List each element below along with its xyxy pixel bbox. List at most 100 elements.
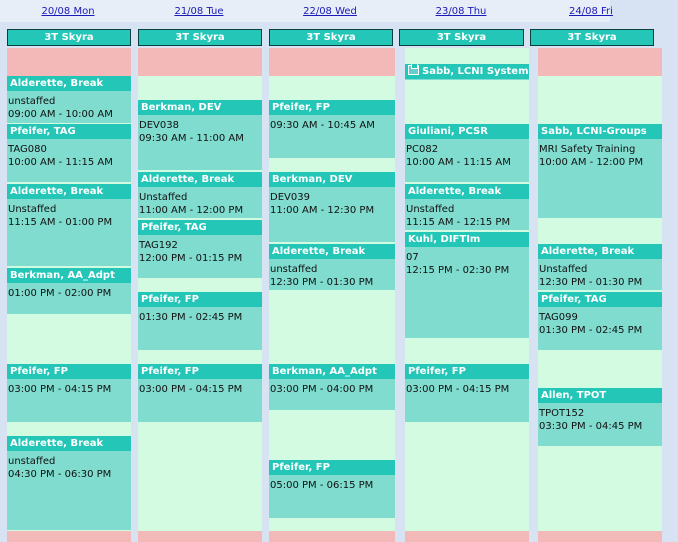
appointment-block[interactable]: Alderette, Break Unstaffed 11:15 AM - 01… bbox=[7, 184, 131, 266]
blocked-slot bbox=[269, 48, 395, 76]
appointment-time: 12:30 PM - 01:30 PM bbox=[539, 277, 643, 288]
day-header-mon[interactable]: 20/08 Mon bbox=[0, 6, 136, 17]
appointment-time: 11:15 AM - 12:15 PM bbox=[406, 217, 511, 228]
appointment-block[interactable]: Pfeifer, FP 05:00 PM - 06:15 PM bbox=[269, 460, 395, 518]
calendar-copy-icon bbox=[408, 64, 419, 75]
resource-header-thu[interactable]: 3T Skyra bbox=[399, 29, 524, 46]
appointment-time: 03:00 PM - 04:15 PM bbox=[406, 384, 510, 395]
blocked-slot bbox=[538, 48, 662, 76]
appointment-time: 11:00 AM - 12:30 PM bbox=[270, 205, 375, 216]
appointment-title: Pfeifer, FP bbox=[269, 460, 395, 475]
resource-header-wed[interactable]: 3T Skyra bbox=[269, 29, 393, 46]
appointment-block[interactable]: Pfeifer, FP 03:00 PM - 04:15 PM bbox=[7, 364, 131, 422]
appointment-block[interactable]: Alderette, Break Unstaffed 11:15 AM - 12… bbox=[405, 184, 529, 230]
appointment-title: Pfeifer, FP bbox=[138, 364, 262, 379]
appointment-title: Alderette, Break bbox=[7, 76, 131, 91]
appointment-title: Alderette, Break bbox=[7, 436, 131, 451]
appointment-block[interactable]: Pfeifer, FP 09:30 AM - 10:45 AM bbox=[269, 100, 395, 158]
appointment-block[interactable]: Sabb, LCNI System Test bbox=[405, 64, 529, 80]
appointment-block[interactable]: Berkman, DEV DEV038 09:30 AM - 11:00 AM bbox=[138, 100, 262, 170]
day-header-thu[interactable]: 23/08 Thu bbox=[393, 6, 529, 17]
appointment-block[interactable]: Pfeifer, FP 03:00 PM - 04:15 PM bbox=[405, 364, 529, 422]
appointment-block[interactable]: Alderette, Break unstaffed 09:00 AM - 10… bbox=[7, 76, 131, 123]
appointment-block[interactable]: Pfeifer, FP 03:00 PM - 04:15 PM bbox=[138, 364, 262, 422]
appointment-time: 01:30 PM - 02:45 PM bbox=[539, 325, 643, 336]
blocked-slot bbox=[7, 531, 131, 542]
appointment-title: Pfeifer, FP bbox=[405, 364, 529, 379]
appointment-title-text: Sabb, LCNI System Test bbox=[422, 66, 529, 77]
appointment-title: Pfeifer, TAG bbox=[7, 124, 131, 139]
resource-header-fri[interactable]: 3T Skyra bbox=[530, 29, 654, 46]
appointment-time: 11:00 AM - 12:00 PM bbox=[139, 205, 244, 216]
appointment-detail: DEV038 bbox=[139, 120, 179, 131]
appointment-block[interactable]: Berkman, DEV DEV039 11:00 AM - 12:30 PM bbox=[269, 172, 395, 242]
appointment-time: 11:15 AM - 01:00 PM bbox=[8, 217, 113, 228]
appointment-title: Berkman, AA_Adpt bbox=[269, 364, 395, 379]
appointment-detail: unstaffed bbox=[8, 96, 56, 107]
appointment-detail: MRI Safety Training bbox=[539, 144, 636, 155]
appointment-time: 10:00 AM - 12:00 PM bbox=[539, 157, 644, 168]
appointment-time: 03:30 PM - 04:45 PM bbox=[539, 421, 643, 432]
appointment-title: Kuhl, DIFTIm bbox=[405, 232, 529, 247]
appointment-detail: TAG080 bbox=[8, 144, 47, 155]
appointment-title: Alderette, Break bbox=[269, 244, 395, 259]
appointment-block[interactable]: Kuhl, DIFTIm 07 12:15 PM - 02:30 PM bbox=[405, 232, 529, 338]
appointment-time: 09:30 AM - 11:00 AM bbox=[139, 133, 244, 144]
appointment-block[interactable]: Pfeifer, TAG TAG080 10:00 AM - 11:15 AM bbox=[7, 124, 131, 182]
blocked-slot bbox=[138, 48, 262, 76]
appointment-title: Sabb, LCNI-Groups bbox=[538, 124, 662, 139]
appointment-title: Pfeifer, FP bbox=[269, 100, 395, 115]
appointment-detail: 07 bbox=[406, 252, 419, 263]
appointment-detail: Unstaffed bbox=[8, 204, 57, 215]
appointment-detail: unstaffed bbox=[8, 456, 56, 467]
appointment-time: 03:00 PM - 04:15 PM bbox=[139, 384, 243, 395]
appointment-block[interactable]: Berkman, AA_Adpt 03:00 PM - 04:00 PM bbox=[269, 364, 395, 410]
appointment-time: 12:30 PM - 01:30 PM bbox=[270, 277, 374, 288]
blocked-slot bbox=[7, 48, 131, 76]
day-header-tue[interactable]: 21/08 Tue bbox=[131, 6, 267, 17]
appointment-title: Sabb, LCNI System Test bbox=[405, 64, 529, 79]
appointment-detail: Unstaffed bbox=[539, 264, 588, 275]
appointment-time: 04:30 PM - 06:30 PM bbox=[8, 469, 112, 480]
appointment-title: Pfeifer, FP bbox=[7, 364, 131, 379]
appointment-time: 10:00 AM - 11:15 AM bbox=[406, 157, 511, 168]
appointment-block[interactable]: Giuliani, PCSR PC082 10:00 AM - 11:15 AM bbox=[405, 124, 529, 182]
resource-header-tue[interactable]: 3T Skyra bbox=[138, 29, 262, 46]
appointment-time: 10:00 AM - 11:15 AM bbox=[8, 157, 113, 168]
appointment-block[interactable]: Alderette, Break unstaffed 04:30 PM - 06… bbox=[7, 436, 131, 530]
appointment-time: 03:00 PM - 04:00 PM bbox=[270, 384, 374, 395]
blocked-slot bbox=[269, 531, 395, 542]
blocked-slot bbox=[405, 531, 529, 542]
day-header-wed[interactable]: 22/08 Wed bbox=[262, 6, 398, 17]
appointment-block[interactable]: Berkman, AA_Adpt 01:00 PM - 02:00 PM bbox=[7, 268, 131, 314]
appointment-title: Allen, TPOT bbox=[538, 388, 662, 403]
appointment-time: 12:00 PM - 01:15 PM bbox=[139, 253, 243, 264]
appointment-title: Pfeifer, FP bbox=[138, 292, 262, 307]
appointment-title: Giuliani, PCSR bbox=[405, 124, 529, 139]
appointment-block[interactable]: Pfeifer, TAG TAG192 12:00 PM - 01:15 PM bbox=[138, 220, 262, 278]
appointment-block[interactable]: Allen, TPOT TPOT152 03:30 PM - 04:45 PM bbox=[538, 388, 662, 446]
appointment-block[interactable]: Alderette, Break unstaffed 12:30 PM - 01… bbox=[269, 244, 395, 290]
appointment-time: 01:30 PM - 02:45 PM bbox=[139, 312, 243, 323]
appointment-block[interactable]: Pfeifer, TAG TAG099 01:30 PM - 02:45 PM bbox=[538, 292, 662, 350]
appointment-title: Alderette, Break bbox=[405, 184, 529, 199]
appointment-detail: Unstaffed bbox=[139, 192, 188, 203]
appointment-detail: PC082 bbox=[406, 144, 439, 155]
blocked-slot bbox=[538, 531, 662, 542]
appointment-detail: TPOT152 bbox=[539, 408, 585, 419]
appointment-detail: DEV039 bbox=[270, 192, 310, 203]
appointment-block[interactable]: Alderette, Break Unstaffed 11:00 AM - 12… bbox=[138, 172, 262, 218]
appointment-time: 03:00 PM - 04:15 PM bbox=[8, 384, 112, 395]
appointment-block[interactable]: Pfeifer, FP 01:30 PM - 02:45 PM bbox=[138, 292, 262, 350]
appointment-title: Berkman, AA_Adpt bbox=[7, 268, 131, 283]
appointment-block[interactable]: Sabb, LCNI-Groups MRI Safety Training 10… bbox=[538, 124, 662, 218]
day-header-fri[interactable]: 24/08 Fri bbox=[523, 6, 659, 17]
appointment-block[interactable]: Alderette, Break Unstaffed 12:30 PM - 01… bbox=[538, 244, 662, 290]
appointment-detail: Unstaffed bbox=[406, 204, 455, 215]
blocked-slot bbox=[138, 531, 262, 542]
appointment-time: 12:15 PM - 02:30 PM bbox=[406, 265, 510, 276]
appointment-detail: TAG192 bbox=[139, 240, 178, 251]
appointment-title: Alderette, Break bbox=[138, 172, 262, 187]
resource-header-mon[interactable]: 3T Skyra bbox=[7, 29, 131, 46]
appointment-time: 09:30 AM - 10:45 AM bbox=[270, 120, 375, 131]
